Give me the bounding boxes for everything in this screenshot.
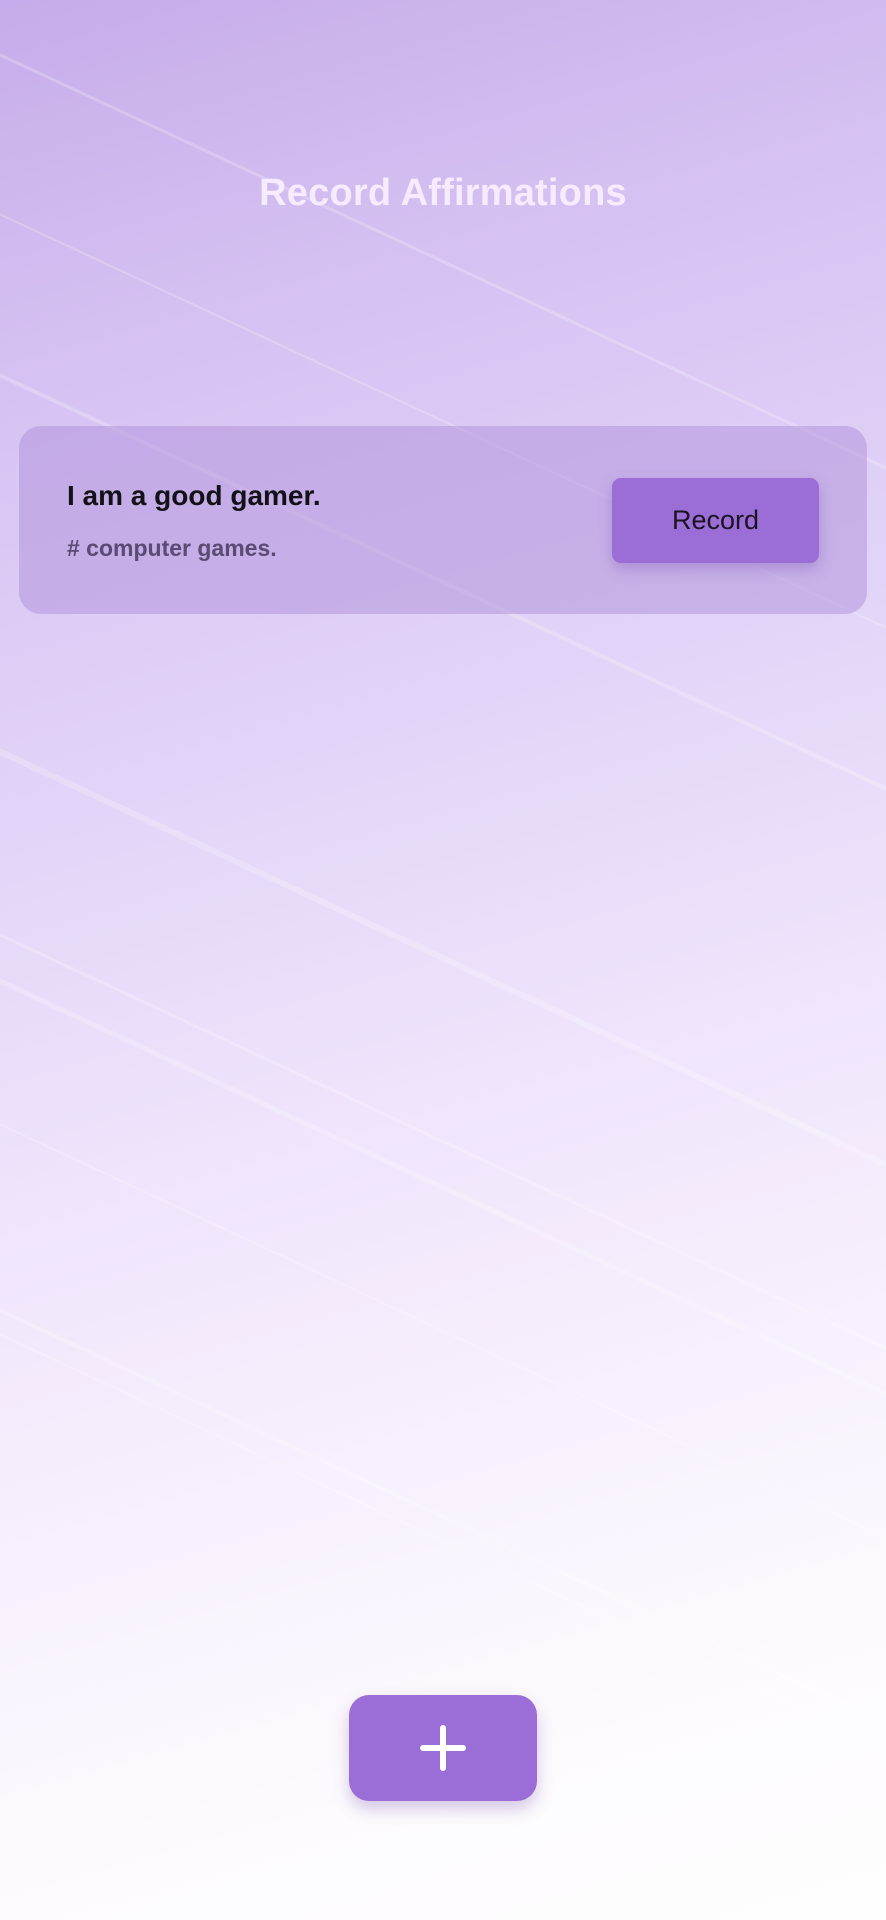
plus-icon	[420, 1725, 466, 1771]
affirmation-tag: # computer games.	[67, 535, 277, 561]
background-decoration	[0, 0, 886, 1920]
page-title: Record Affirmations	[259, 172, 627, 214]
add-affirmation-button[interactable]	[349, 1695, 537, 1801]
record-button[interactable]: Record	[612, 478, 819, 563]
affirmation-card: I am a good gamer. # computer games. Rec…	[19, 426, 867, 614]
affirmation-text: I am a good gamer.	[67, 480, 321, 511]
